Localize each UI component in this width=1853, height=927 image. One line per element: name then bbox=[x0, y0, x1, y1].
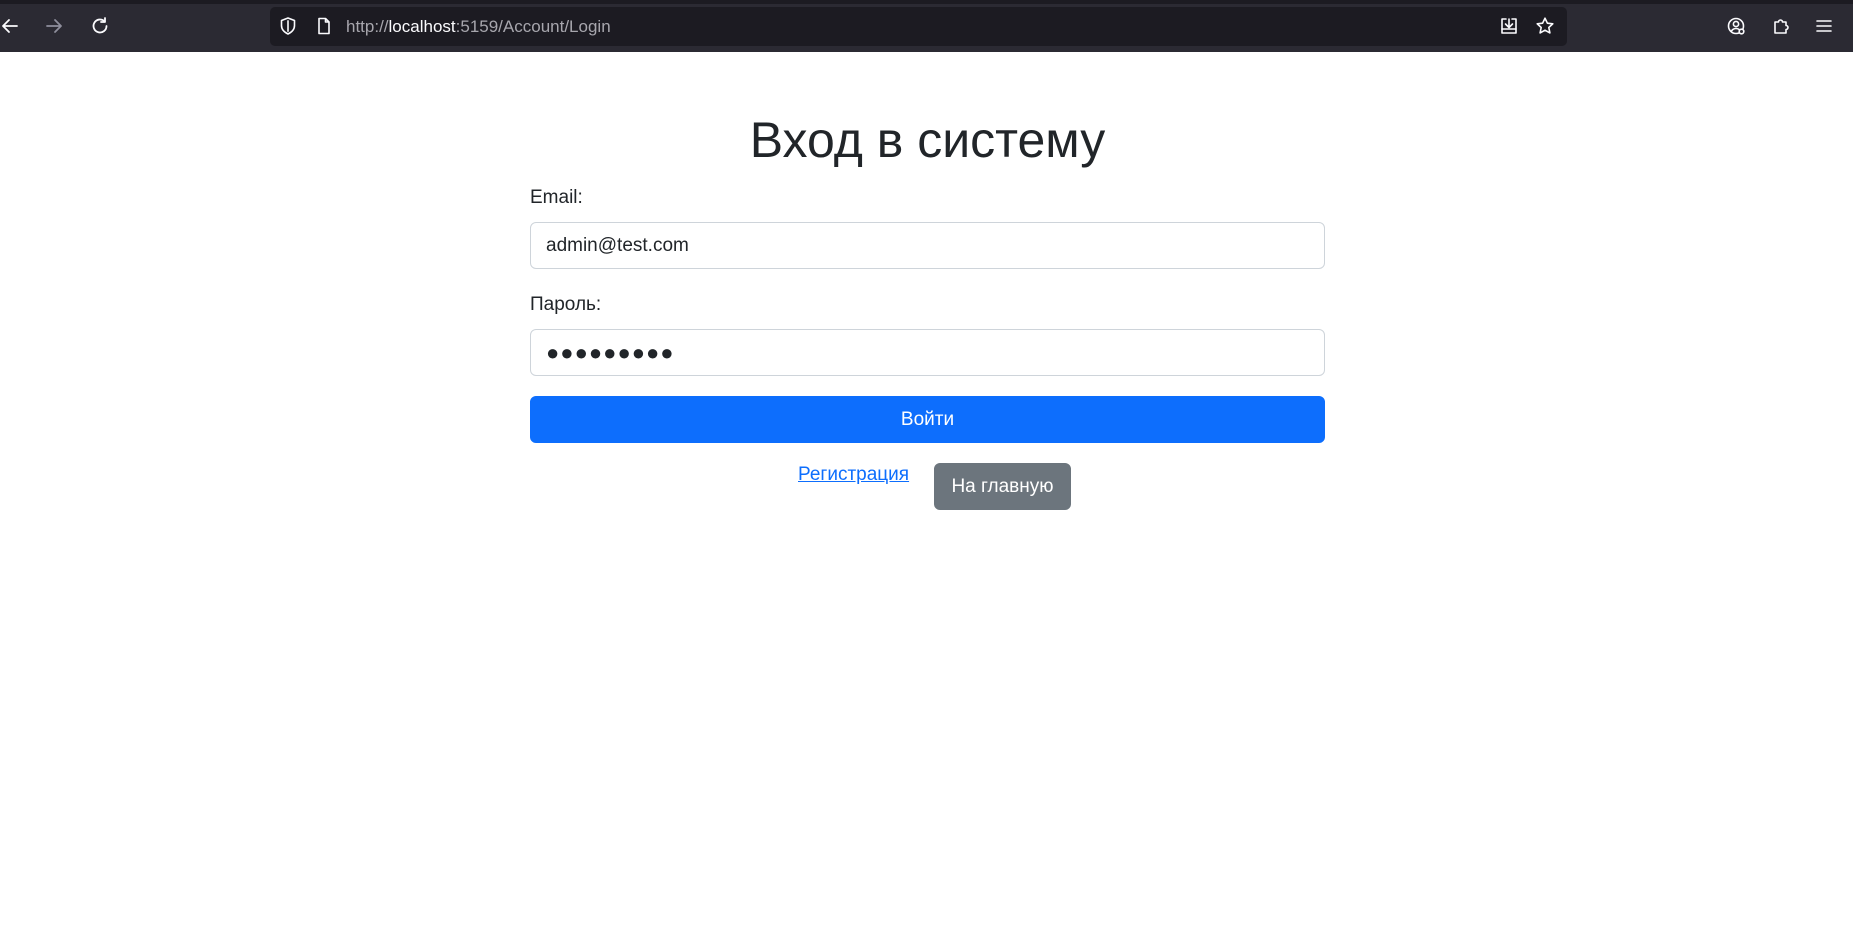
app-menu-button[interactable] bbox=[1808, 10, 1840, 42]
account-button[interactable] bbox=[1720, 10, 1752, 42]
url-path: :5159/Account/Login bbox=[455, 17, 611, 36]
extensions-icon bbox=[1774, 19, 1789, 34]
home-button[interactable]: На главную bbox=[934, 463, 1071, 510]
tab-strip-edge bbox=[0, 0, 1853, 4]
url-host: localhost bbox=[388, 17, 456, 36]
extensions-button[interactable] bbox=[1765, 10, 1797, 42]
forward-button[interactable] bbox=[38, 10, 70, 42]
login-button[interactable]: Войти bbox=[530, 396, 1325, 443]
browser-toolbar: http://localhost:5159/Account/Login bbox=[0, 0, 1853, 52]
url-text[interactable]: http://localhost:5159/Account/Login bbox=[346, 7, 611, 46]
back-arrow-icon bbox=[2, 19, 18, 33]
page-info-icon[interactable] bbox=[314, 16, 334, 36]
reload-button[interactable] bbox=[84, 10, 116, 42]
page-title: Вход в систему bbox=[749, 112, 1106, 168]
bookmark-star-icon[interactable] bbox=[1535, 16, 1555, 36]
account-icon bbox=[1727, 17, 1745, 35]
url-scheme: http:// bbox=[346, 17, 389, 36]
reload-icon bbox=[92, 17, 108, 34]
email-field[interactable] bbox=[530, 222, 1325, 269]
tracking-protection-shield-icon[interactable] bbox=[278, 16, 298, 36]
hamburger-menu-icon bbox=[1816, 20, 1832, 32]
forward-arrow-icon bbox=[46, 19, 62, 33]
save-to-pocket-icon[interactable] bbox=[1499, 16, 1519, 36]
address-bar[interactable]: http://localhost:5159/Account/Login bbox=[270, 7, 1567, 46]
back-button[interactable] bbox=[0, 10, 26, 42]
register-link[interactable]: Регистрация bbox=[798, 463, 909, 487]
password-label: Пароль: bbox=[530, 294, 602, 315]
email-label: Email: bbox=[530, 187, 583, 208]
password-field[interactable] bbox=[530, 329, 1325, 376]
